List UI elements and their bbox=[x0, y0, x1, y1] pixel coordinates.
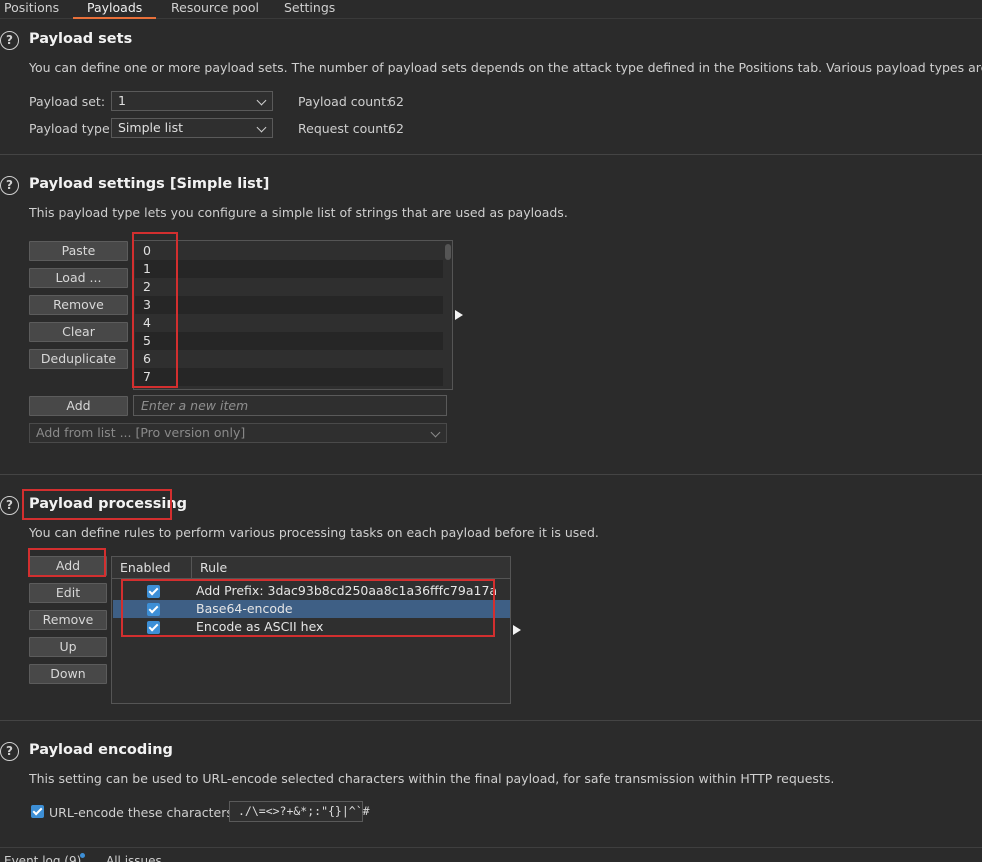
notification-dot-icon bbox=[80, 853, 85, 858]
highlight-box bbox=[28, 548, 106, 577]
payload-encoding-description: This setting can be used to URL-encode s… bbox=[29, 771, 835, 786]
column-header-enabled[interactable]: Enabled bbox=[112, 557, 192, 579]
payload-type-select[interactable]: Simple list bbox=[111, 118, 273, 138]
payload-list[interactable]: 0 1 2 3 4 5 6 7 bbox=[133, 240, 453, 390]
down-rule-button[interactable]: Down bbox=[29, 664, 107, 684]
divider bbox=[0, 720, 982, 721]
deduplicate-button[interactable]: Deduplicate bbox=[29, 349, 128, 369]
column-header-rule[interactable]: Rule bbox=[192, 557, 510, 579]
tab-settings[interactable]: Settings bbox=[284, 0, 335, 19]
help-icon[interactable]: ? bbox=[0, 176, 19, 195]
payload-set-label: Payload set: bbox=[29, 94, 106, 109]
chevron-down-icon bbox=[257, 94, 267, 108]
tab-payloads[interactable]: Payloads bbox=[73, 0, 156, 19]
divider bbox=[0, 474, 982, 475]
url-encode-checkbox[interactable] bbox=[31, 805, 44, 818]
help-icon[interactable]: ? bbox=[0, 31, 19, 50]
add-from-list-select: Add from list ... [Pro version only] bbox=[29, 423, 447, 443]
list-item[interactable]: 2 bbox=[135, 278, 443, 296]
payload-sets-title: Payload sets bbox=[29, 31, 133, 47]
payload-processing-description: You can define rules to perform various … bbox=[29, 525, 599, 540]
bottom-bar: Event log (9) All issues bbox=[0, 847, 982, 862]
help-icon[interactable]: ? bbox=[0, 496, 19, 515]
add-from-list-value: Add from list ... [Pro version only] bbox=[36, 425, 246, 440]
list-item[interactable]: 4 bbox=[135, 314, 443, 332]
all-issues-tab[interactable]: All issues bbox=[106, 854, 162, 862]
list-scrollbar[interactable] bbox=[445, 244, 451, 260]
url-encode-label: URL-encode these characters: bbox=[49, 805, 238, 820]
list-item[interactable]: 0 bbox=[135, 242, 443, 260]
expand-arrow-icon[interactable] bbox=[513, 625, 521, 635]
remove-rule-button[interactable]: Remove bbox=[29, 610, 107, 630]
payload-type-label: Payload type: bbox=[29, 121, 114, 136]
highlight-box bbox=[132, 232, 178, 388]
add-item-button[interactable]: Add bbox=[29, 396, 128, 416]
tab-bar: Positions Payloads Resource pool Setting… bbox=[0, 0, 982, 19]
new-item-input[interactable]: Enter a new item bbox=[133, 395, 447, 416]
tab-positions[interactable]: Positions bbox=[4, 0, 59, 19]
request-count-value: 62 bbox=[388, 121, 404, 136]
paste-button[interactable]: Paste bbox=[29, 241, 128, 261]
payload-settings-title: Payload settings [Simple list] bbox=[29, 176, 270, 192]
expand-arrow-icon[interactable] bbox=[455, 310, 463, 320]
highlight-box bbox=[22, 489, 172, 520]
list-item[interactable]: 6 bbox=[135, 350, 443, 368]
chevron-down-icon bbox=[257, 121, 267, 135]
payload-set-select[interactable]: 1 bbox=[111, 91, 273, 111]
payload-count-label: Payload count: bbox=[298, 94, 391, 109]
list-item[interactable]: 3 bbox=[135, 296, 443, 314]
payload-sets-description: You can define one or more payload sets.… bbox=[29, 60, 982, 75]
edit-rule-button[interactable]: Edit bbox=[29, 583, 107, 603]
tab-resource-pool[interactable]: Resource pool bbox=[171, 0, 259, 19]
highlight-box bbox=[121, 579, 495, 637]
payload-encoding-title: Payload encoding bbox=[29, 742, 173, 758]
payload-count-value: 62 bbox=[388, 94, 404, 109]
clear-button[interactable]: Clear bbox=[29, 322, 128, 342]
url-encode-characters-input[interactable]: ./\=<>?+&*;:"{}|^`# bbox=[229, 801, 370, 822]
payload-type-value: Simple list bbox=[118, 120, 184, 135]
request-count-label: Request count: bbox=[298, 121, 393, 136]
list-item[interactable]: 7 bbox=[135, 368, 443, 386]
chevron-down-icon bbox=[431, 426, 441, 440]
payload-settings-description: This payload type lets you configure a s… bbox=[29, 205, 568, 220]
payload-set-value: 1 bbox=[118, 93, 126, 108]
list-item[interactable]: 1 bbox=[135, 260, 443, 278]
up-rule-button[interactable]: Up bbox=[29, 637, 107, 657]
remove-button[interactable]: Remove bbox=[29, 295, 128, 315]
help-icon[interactable]: ? bbox=[0, 742, 19, 761]
event-log-tab[interactable]: Event log (9) bbox=[4, 854, 81, 862]
load-button[interactable]: Load ... bbox=[29, 268, 128, 288]
list-item[interactable]: 5 bbox=[135, 332, 443, 350]
divider bbox=[0, 154, 982, 155]
